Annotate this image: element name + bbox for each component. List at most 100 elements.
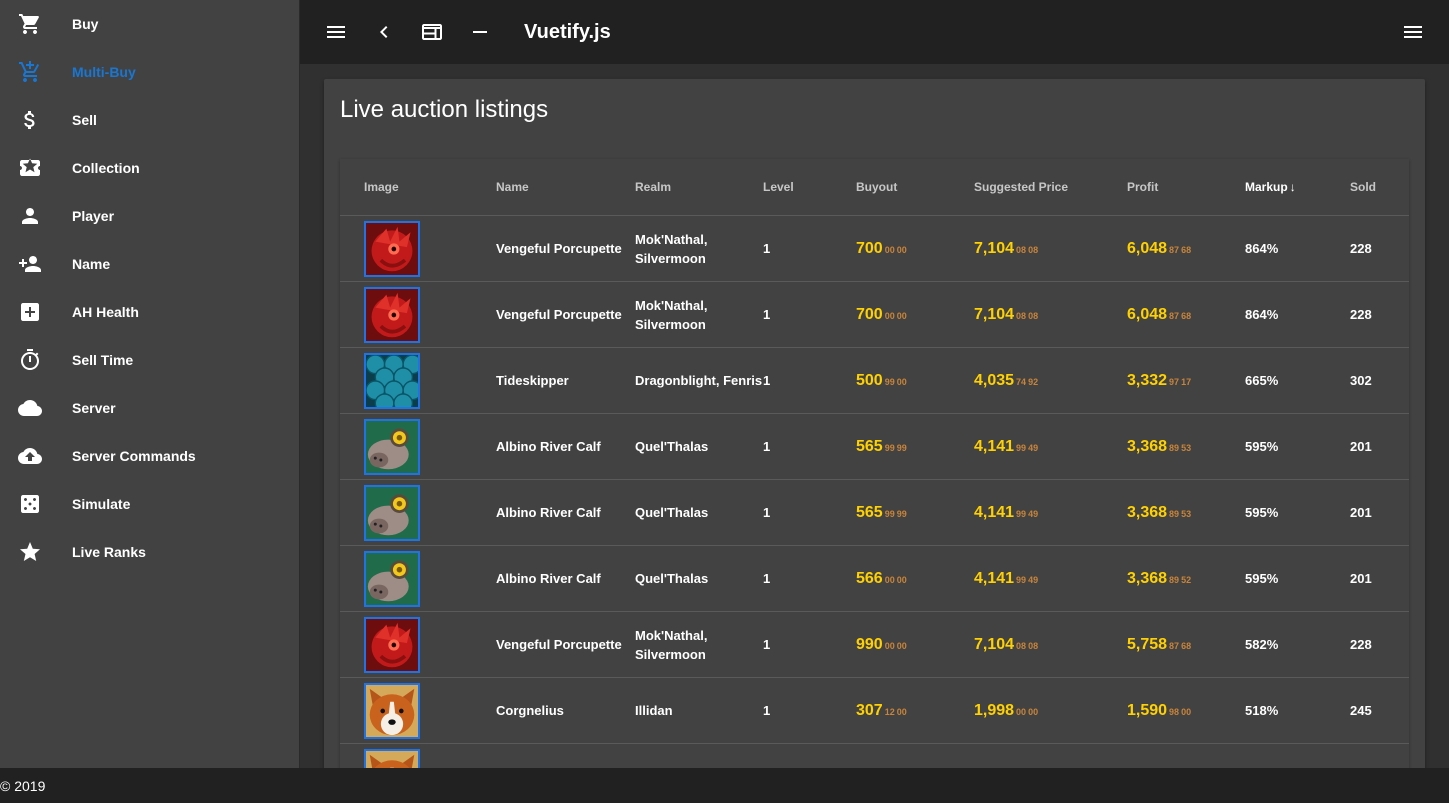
buyout-copper: 00 bbox=[896, 244, 907, 255]
level: 1 bbox=[763, 611, 856, 678]
markup: 518% bbox=[1245, 677, 1350, 744]
sidebar-item-simulate[interactable]: Simulate bbox=[0, 480, 299, 528]
buyout-silver: 99 bbox=[884, 442, 895, 453]
profit: 3,368 89 52 bbox=[1127, 545, 1245, 612]
auction-table: Image Name Realm Level Buyout Suggested … bbox=[340, 159, 1409, 779]
suggested-copper: 08 bbox=[1028, 244, 1039, 255]
buyout-copper: 00 bbox=[896, 640, 907, 651]
header-level[interactable]: Level bbox=[763, 159, 856, 216]
profit: 6,048 87 68 bbox=[1127, 281, 1245, 348]
sidebar-item-label: Server bbox=[72, 400, 116, 416]
suggested-gold: 4,035 bbox=[974, 371, 1015, 389]
profit-copper: 53 bbox=[1181, 442, 1192, 453]
buyout-silver: 00 bbox=[884, 244, 895, 255]
buyout-copper: 99 bbox=[896, 442, 907, 453]
suggested-copper: 00 bbox=[1028, 706, 1039, 717]
suggested-silver: 99 bbox=[1016, 508, 1027, 519]
header-suggested-price[interactable]: Suggested Price bbox=[974, 159, 1127, 216]
header-image[interactable]: Image bbox=[340, 159, 496, 216]
table-row[interactable]: Tideskipper Dragonblight, Fenris 1 500 99 00 4… bbox=[340, 347, 1409, 414]
table-row[interactable]: Vengeful Porcupette Mok'Nathal, Silvermoo… bbox=[340, 281, 1409, 348]
level: 1 bbox=[763, 347, 856, 414]
table-row[interactable]: Albino River Calf Quel'Thalas 1 566 00 00 4,14… bbox=[340, 545, 1409, 612]
suggested-gold: 7,104 bbox=[974, 305, 1015, 323]
suggested-gold: 4,141 bbox=[974, 569, 1015, 587]
buyout-price: 990 00 00 bbox=[856, 611, 974, 678]
sidebar-item-player[interactable]: Player bbox=[0, 192, 299, 240]
pet-name: Vengeful Porcupette bbox=[496, 215, 635, 282]
table-header-row: Image Name Realm Level Buyout Suggested … bbox=[340, 159, 1409, 216]
pet-name: Tideskipper bbox=[496, 347, 635, 414]
profit-silver: 87 bbox=[1169, 244, 1180, 255]
right-menu-icon[interactable] bbox=[1389, 8, 1437, 56]
sidebar-item-sell[interactable]: Sell bbox=[0, 96, 299, 144]
cart-plus-icon bbox=[16, 60, 44, 84]
markup: 595% bbox=[1245, 545, 1350, 612]
realm: Dragonblight, Fenris bbox=[635, 347, 763, 414]
pet-image bbox=[364, 484, 420, 541]
sidebar-item-name[interactable]: Name bbox=[0, 240, 299, 288]
medical-plus-icon bbox=[16, 300, 44, 324]
buyout-silver: 99 bbox=[884, 508, 895, 519]
header-profit[interactable]: Profit bbox=[1127, 159, 1245, 216]
buyout-gold: 700 bbox=[856, 239, 883, 257]
suggested-price: 7,104 08 08 bbox=[974, 281, 1127, 348]
menu-icon[interactable] bbox=[312, 8, 360, 56]
profit: 5,758 87 68 bbox=[1127, 611, 1245, 678]
card-title: Live auction listings bbox=[340, 96, 549, 123]
sidebar-item-buy[interactable]: Buy bbox=[0, 0, 299, 48]
realm: Illidan bbox=[635, 677, 763, 744]
table-row[interactable]: Albino River Calf Quel'Thalas 1 565 99 99 4,14… bbox=[340, 413, 1409, 480]
level: 1 bbox=[763, 479, 856, 546]
sidebar-item-label: AH Health bbox=[72, 304, 139, 320]
suggested-silver: 99 bbox=[1016, 442, 1027, 453]
pet-image bbox=[364, 352, 420, 409]
suggested-gold: 7,104 bbox=[974, 239, 1015, 257]
header-sold[interactable]: Sold bbox=[1350, 159, 1409, 216]
buyout-silver: 00 bbox=[884, 310, 895, 321]
sidebar-item-label: Sell bbox=[72, 112, 97, 128]
table-row[interactable]: Vengeful Porcupette Mok'Nathal, Silvermoo… bbox=[340, 215, 1409, 282]
table-row[interactable]: Vengeful Porcupette Mok'Nathal, Silvermoo… bbox=[340, 611, 1409, 678]
sold: 228 bbox=[1350, 281, 1409, 348]
suggested-silver: 08 bbox=[1016, 640, 1027, 651]
sold: 201 bbox=[1350, 545, 1409, 612]
header-name[interactable]: Name bbox=[496, 159, 635, 216]
profit-gold: 6,048 bbox=[1127, 305, 1168, 323]
sidebar-item-ah-health[interactable]: AH Health bbox=[0, 288, 299, 336]
sidebar-item-label: Multi-Buy bbox=[72, 64, 136, 80]
buyout-gold: 500 bbox=[856, 371, 883, 389]
header-buyout[interactable]: Buyout bbox=[856, 159, 974, 216]
sidebar-item-server-commands[interactable]: Server Commands bbox=[0, 432, 299, 480]
profit: 1,590 98 00 bbox=[1127, 677, 1245, 744]
cart-icon bbox=[16, 12, 44, 36]
sidebar-item-sell-time[interactable]: Sell Time bbox=[0, 336, 299, 384]
header-markup[interactable]: Markup ↓ bbox=[1245, 159, 1350, 216]
pet-image bbox=[364, 550, 420, 607]
sidebar-item-server[interactable]: Server bbox=[0, 384, 299, 432]
header-realm[interactable]: Realm bbox=[635, 159, 763, 216]
web-layout-icon[interactable] bbox=[408, 8, 456, 56]
dice-icon bbox=[16, 492, 44, 516]
minus-icon[interactable] bbox=[456, 8, 504, 56]
table-row[interactable]: Corgnelius Illidan 1 307 12 00 1,998 00 00 1,590 9… bbox=[340, 677, 1409, 744]
chevron-left-icon[interactable] bbox=[360, 8, 408, 56]
buyout-silver: 00 bbox=[884, 640, 895, 651]
suggested-silver: 08 bbox=[1016, 244, 1027, 255]
profit: 3,368 89 53 bbox=[1127, 479, 1245, 546]
table-row[interactable]: Albino River Calf Quel'Thalas 1 565 99 99 4,14… bbox=[340, 479, 1409, 546]
suggested-copper: 08 bbox=[1028, 640, 1039, 651]
realm: Mok'Nathal, Silvermoon bbox=[635, 611, 763, 678]
pet-image bbox=[364, 682, 420, 739]
realm: Quel'Thalas bbox=[635, 545, 763, 612]
sidebar-item-live-ranks[interactable]: Live Ranks bbox=[0, 528, 299, 576]
sidebar-item-collection[interactable]: Collection bbox=[0, 144, 299, 192]
suggested-silver: 99 bbox=[1016, 574, 1027, 585]
markup: 582% bbox=[1245, 611, 1350, 678]
sidebar-item-multi-buy[interactable]: Multi-Buy bbox=[0, 48, 299, 96]
profit-silver: 87 bbox=[1169, 310, 1180, 321]
suggested-silver: 00 bbox=[1016, 706, 1027, 717]
level: 1 bbox=[763, 677, 856, 744]
suggested-copper: 49 bbox=[1028, 574, 1039, 585]
sidebar-item-label: Name bbox=[72, 256, 111, 272]
